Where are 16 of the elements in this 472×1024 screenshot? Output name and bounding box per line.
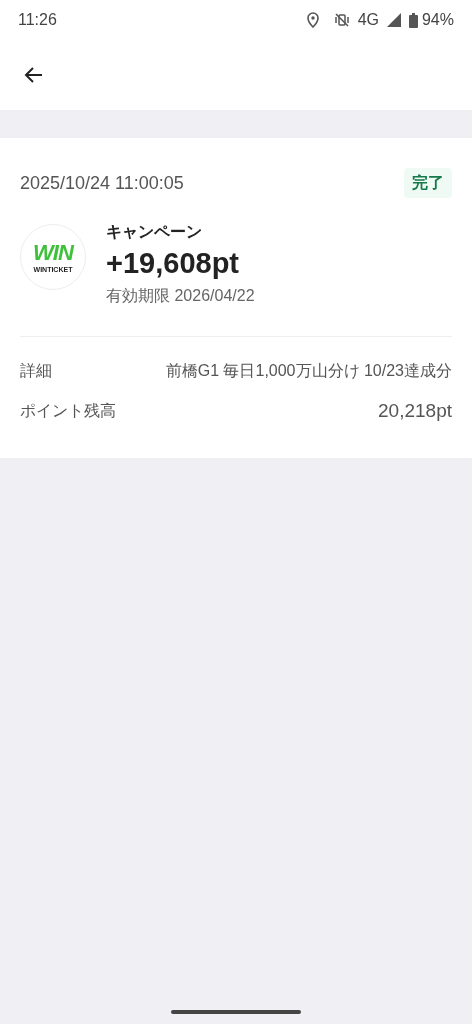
detail-value: 前橋G1 毎日1,000万山分け 10/23達成分 [165, 361, 452, 381]
points-amount: +19,608pt [106, 246, 240, 281]
category-label: キャンペーン [106, 222, 203, 242]
detail-label: 詳細 [20, 361, 52, 381]
transaction-datetime: 2025/10/24 11:00:05 [20, 171, 184, 195]
vibrate-off-icon [333, 12, 350, 28]
battery-percent: 94% [421, 10, 454, 30]
location-icon [305, 12, 320, 28]
battery-icon [408, 12, 418, 28]
expiry-date: 有効期限 2026/04/22 [106, 286, 255, 306]
network-type: 4G [357, 10, 379, 30]
status-badge: 完了 [404, 168, 452, 198]
signal-icon [386, 13, 401, 27]
status-time: 11:26 [18, 10, 57, 30]
detail-value: 20,218pt [378, 399, 452, 423]
detail-label: ポイント残高 [20, 401, 116, 422]
